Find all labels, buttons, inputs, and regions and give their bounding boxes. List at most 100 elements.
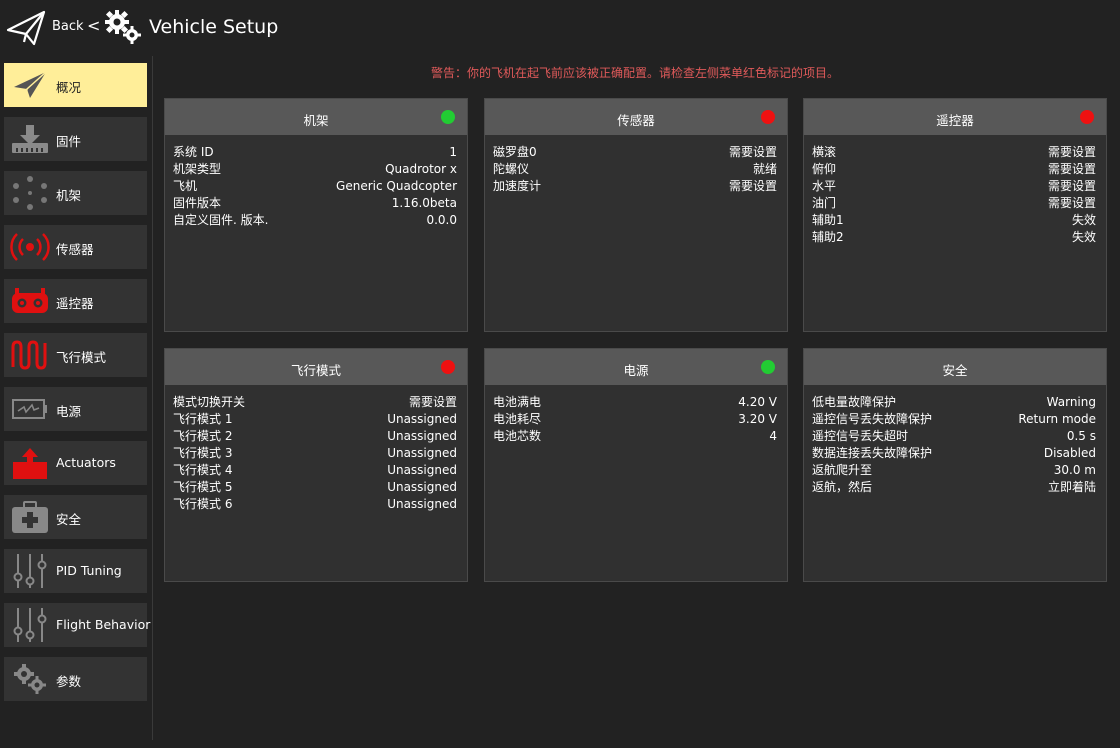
paper-plane-logo-icon[interactable] xyxy=(6,8,46,48)
back-button[interactable]: Back xyxy=(52,19,84,34)
row-value: 需要设置 xyxy=(408,395,457,409)
row-label: 电池芯数 xyxy=(493,429,542,443)
sidebar-item-label: 电源 xyxy=(56,404,82,419)
sensors-icon xyxy=(10,233,50,261)
row-label: 数据连接丢失故障保护 xyxy=(812,446,933,460)
row-value: Warning xyxy=(1046,395,1096,409)
card-header[interactable]: 遥控器 xyxy=(804,99,1106,135)
card-rows: 系统 ID 1 机架类型 Quadrotor x 飞机 Generic Quadcopte… xyxy=(173,144,457,229)
sidebar-item-safety[interactable]: 安全 xyxy=(4,495,147,539)
sidebar-item-label: PID Tuning xyxy=(56,563,122,578)
row-value: 立即着陆 xyxy=(1047,480,1096,494)
status-indicator-error xyxy=(1080,110,1094,124)
card-row: 自定义固件. 版本. 0.0.0 xyxy=(173,212,457,229)
card-header[interactable]: 传感器 xyxy=(485,99,787,135)
card-row: 飞行模式 1 Unassigned xyxy=(173,411,457,428)
row-label: 加速度计 xyxy=(493,179,542,193)
card-row: 飞行模式 3 Unassigned xyxy=(173,445,457,462)
row-value: Unassigned xyxy=(387,412,457,426)
row-label: 飞行模式 3 xyxy=(173,446,233,460)
safety-summary-card[interactable]: 安全 低电量故障保护 Warning 遥控信号丢失故障保护 Return mode 遥控… xyxy=(803,348,1107,582)
sidebar-item-firmware[interactable]: 固件 xyxy=(4,117,147,161)
card-row: 电池满电 4.20 V xyxy=(493,394,777,411)
flight-modes-icon xyxy=(11,340,47,370)
status-indicator-error xyxy=(441,360,455,374)
row-value: 30.0 m xyxy=(1053,463,1096,477)
row-value: Quadrotor x xyxy=(385,162,457,176)
sidebar-item-label: 传感器 xyxy=(56,242,94,257)
firmware-download-icon xyxy=(12,125,48,153)
sidebar-item-parameters[interactable]: 参数 xyxy=(4,657,147,701)
card-rows: 模式切换开关 需要设置 飞行模式 1 Unassigned 飞行模式 2 Unassign… xyxy=(173,394,457,513)
card-title: 安全 xyxy=(942,363,968,378)
row-value: Unassigned xyxy=(387,480,457,494)
card-header[interactable]: 飞行模式 xyxy=(165,349,467,385)
sidebar-item-label: 机架 xyxy=(56,188,82,203)
sidebar-item-sensors[interactable]: 传感器 xyxy=(4,225,147,269)
row-value: 1.16.0beta xyxy=(391,196,457,210)
row-label: 陀螺仪 xyxy=(493,162,530,176)
card-row: 飞行模式 6 Unassigned xyxy=(173,496,457,513)
status-indicator-ok xyxy=(761,360,775,374)
sliders-icon xyxy=(13,608,47,642)
row-value: Unassigned xyxy=(387,446,457,460)
card-row: 加速度计 需要设置 xyxy=(493,178,777,195)
status-indicator-ok xyxy=(441,110,455,124)
row-value: 4.20 V xyxy=(738,395,777,409)
sidebar-item-summary[interactable]: 概况 xyxy=(4,63,147,107)
row-label: 磁罗盘0 xyxy=(493,145,537,159)
row-label: 辅助1 xyxy=(812,213,844,227)
row-label: 遥控信号丢失超时 xyxy=(812,429,909,443)
card-row: 电池耗尽 3.20 V xyxy=(493,411,777,428)
power-summary-card[interactable]: 电源 电池满电 4.20 V 电池耗尽 3.20 V 电池芯数 4 xyxy=(484,348,788,582)
row-value: 3.20 V xyxy=(738,412,777,426)
row-label: 水平 xyxy=(812,179,837,193)
gears-icon xyxy=(14,664,46,694)
sensors-summary-card[interactable]: 传感器 磁罗盘0 需要设置 陀螺仪 就绪 加速度计 需要设置 xyxy=(484,98,788,332)
sidebar-item-radio[interactable]: 遥控器 xyxy=(4,279,147,323)
row-value: 1 xyxy=(449,145,457,159)
row-label: 电池满电 xyxy=(493,395,542,409)
setup-sidebar: 概况 固件 机架 传感器 遥控器 飞行模式 电源 Actuators 安全 PI… xyxy=(0,56,153,740)
row-label: 低电量故障保护 xyxy=(812,395,897,409)
card-rows: 低电量故障保护 Warning 遥控信号丢失故障保护 Return mode 遥控信号丢… xyxy=(812,394,1096,496)
card-row: 水平 需要设置 xyxy=(812,178,1096,195)
card-row: 数据连接丢失故障保护 Disabled xyxy=(812,445,1096,462)
card-row: 陀螺仪 就绪 xyxy=(493,161,777,178)
sidebar-item-power[interactable]: 电源 xyxy=(4,387,147,431)
row-value: Generic Quadcopter xyxy=(336,179,457,193)
card-header[interactable]: 电源 xyxy=(485,349,787,385)
sidebar-item-label: 安全 xyxy=(56,512,82,527)
card-title: 传感器 xyxy=(617,113,655,128)
row-value: 需要设置 xyxy=(728,145,777,159)
card-row: 模式切换开关 需要设置 xyxy=(173,394,457,411)
card-header[interactable]: 安全 xyxy=(804,349,1106,385)
flight-modes-summary-card[interactable]: 飞行模式 模式切换开关 需要设置 飞行模式 1 Unassigned 飞行模式 2 Una… xyxy=(164,348,468,582)
card-header[interactable]: 机架 xyxy=(165,99,467,135)
card-row: 俯仰 需要设置 xyxy=(812,161,1096,178)
row-label: 飞行模式 6 xyxy=(173,497,233,511)
paper-plane-icon xyxy=(14,71,47,98)
top-toolbar: Back < Vehicle Setup xyxy=(0,0,1120,56)
radio-summary-card[interactable]: 遥控器 横滚 需要设置 俯仰 需要设置 水平 需要设置 油门 需要设置 辅助1 失效 辅助2 失效 xyxy=(803,98,1107,332)
actuators-icon xyxy=(13,448,47,479)
card-row: 返航，然后 立即着陆 xyxy=(812,479,1096,496)
row-value: Unassigned xyxy=(387,463,457,477)
sidebar-item-actuators[interactable]: Actuators xyxy=(4,441,147,485)
row-value: 需要设置 xyxy=(728,179,777,193)
sidebar-item-flight-modes[interactable]: 飞行模式 xyxy=(4,333,147,377)
row-label: 遥控信号丢失故障保护 xyxy=(812,412,933,426)
row-label: 飞行模式 5 xyxy=(173,480,233,494)
sidebar-item-airframe[interactable]: 机架 xyxy=(4,171,147,215)
sidebar-item-pid-tuning[interactable]: PID Tuning xyxy=(4,549,147,593)
card-row: 飞行模式 4 Unassigned xyxy=(173,462,457,479)
sidebar-item-label: 概况 xyxy=(56,80,82,95)
row-value: 0.0.0 xyxy=(426,213,457,227)
card-row: 飞机 Generic Quadcopter xyxy=(173,178,457,195)
airframe-summary-card[interactable]: 机架 系统 ID 1 机架类型 Quadrotor x 飞机 Generic Quadco… xyxy=(164,98,468,332)
page-title: Vehicle Setup xyxy=(149,16,279,38)
row-value: Unassigned xyxy=(387,497,457,511)
row-value: Unassigned xyxy=(387,429,457,443)
card-row: 磁罗盘0 需要设置 xyxy=(493,144,777,161)
sidebar-item-flight-behavior[interactable]: Flight Behavior xyxy=(4,603,150,647)
